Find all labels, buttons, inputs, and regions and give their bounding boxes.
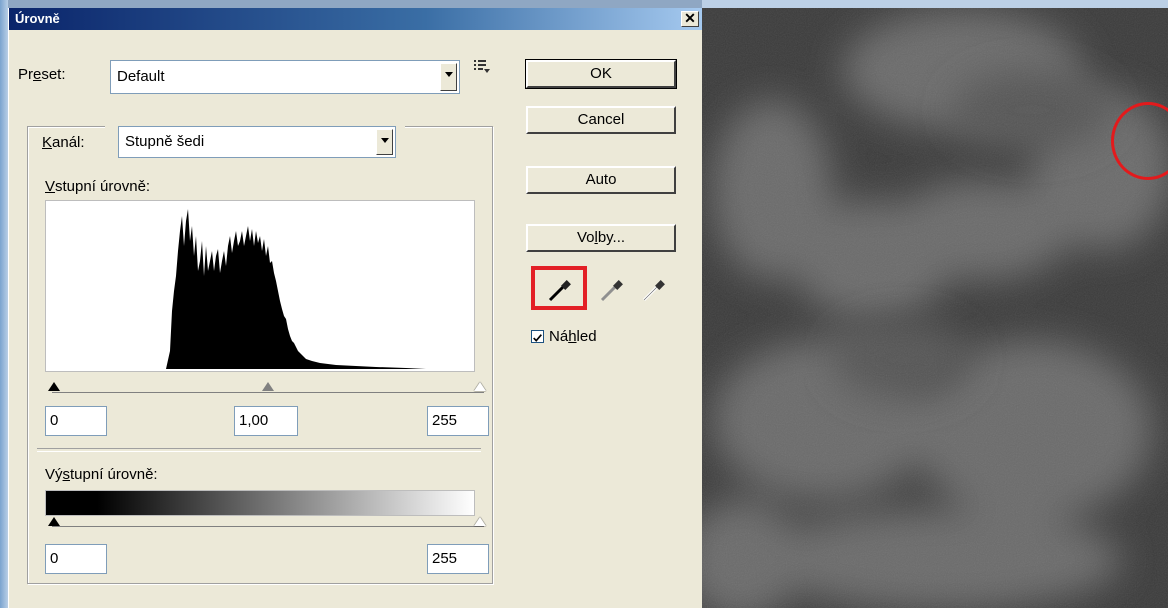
output-white-slider[interactable]: [474, 517, 486, 526]
preview-checkbox[interactable]: [531, 330, 544, 343]
desktop-top-edge: [702, 0, 1168, 8]
eyedropper-white-icon[interactable]: [638, 276, 668, 306]
input-black-slider[interactable]: [48, 382, 60, 391]
channel-value: Stupně šedi: [125, 133, 205, 150]
input-levels-label: Vstupní úrovně:: [45, 178, 151, 195]
chevron-down-icon[interactable]: [376, 129, 393, 155]
output-black-field[interactable]: 0: [45, 544, 107, 574]
options-button[interactable]: Volby...: [526, 224, 676, 252]
preset-select[interactable]: Default: [110, 60, 460, 94]
output-black-slider[interactable]: [48, 517, 60, 526]
close-icon: ✕: [684, 10, 696, 26]
preset-menu-icon[interactable]: [472, 57, 490, 75]
eyedropper-black-icon[interactable]: [544, 276, 574, 306]
output-white-field[interactable]: 255: [427, 544, 489, 574]
channel-select[interactable]: Stupně šedi: [118, 126, 396, 158]
channel-label: Kanál:: [42, 134, 85, 151]
histogram-shape: [146, 209, 426, 369]
auto-button[interactable]: Auto: [526, 166, 676, 194]
window-title: Úrovně: [15, 11, 60, 26]
histogram: [45, 200, 475, 372]
separator: [37, 448, 481, 452]
close-button[interactable]: ✕: [681, 11, 699, 27]
eyedropper-gray-icon[interactable]: [596, 276, 626, 306]
desktop-edge: [0, 0, 8, 608]
output-gradient: [45, 490, 475, 516]
input-white-slider[interactable]: [474, 382, 486, 391]
ok-button[interactable]: OK: [525, 59, 677, 89]
checkbox-checked-icon: [533, 334, 542, 342]
input-gamma-field[interactable]: 1,00: [234, 406, 298, 436]
preset-value: Default: [117, 68, 165, 85]
output-slider-track: [52, 526, 484, 527]
input-gamma-slider[interactable]: [262, 382, 274, 391]
preset-label: Preset:: [18, 66, 66, 83]
image-preview: [702, 0, 1168, 608]
input-slider-track: [52, 392, 484, 393]
input-white-field[interactable]: 255: [427, 406, 489, 436]
output-levels-label: Výstupní úrovně:: [45, 466, 158, 483]
input-black-field[interactable]: 0: [45, 406, 107, 436]
title-bar[interactable]: Úrovně ✕: [9, 8, 703, 30]
chevron-down-icon[interactable]: [440, 63, 457, 91]
preview-label: Náhled: [549, 328, 597, 345]
cancel-button[interactable]: Cancel: [526, 106, 676, 134]
